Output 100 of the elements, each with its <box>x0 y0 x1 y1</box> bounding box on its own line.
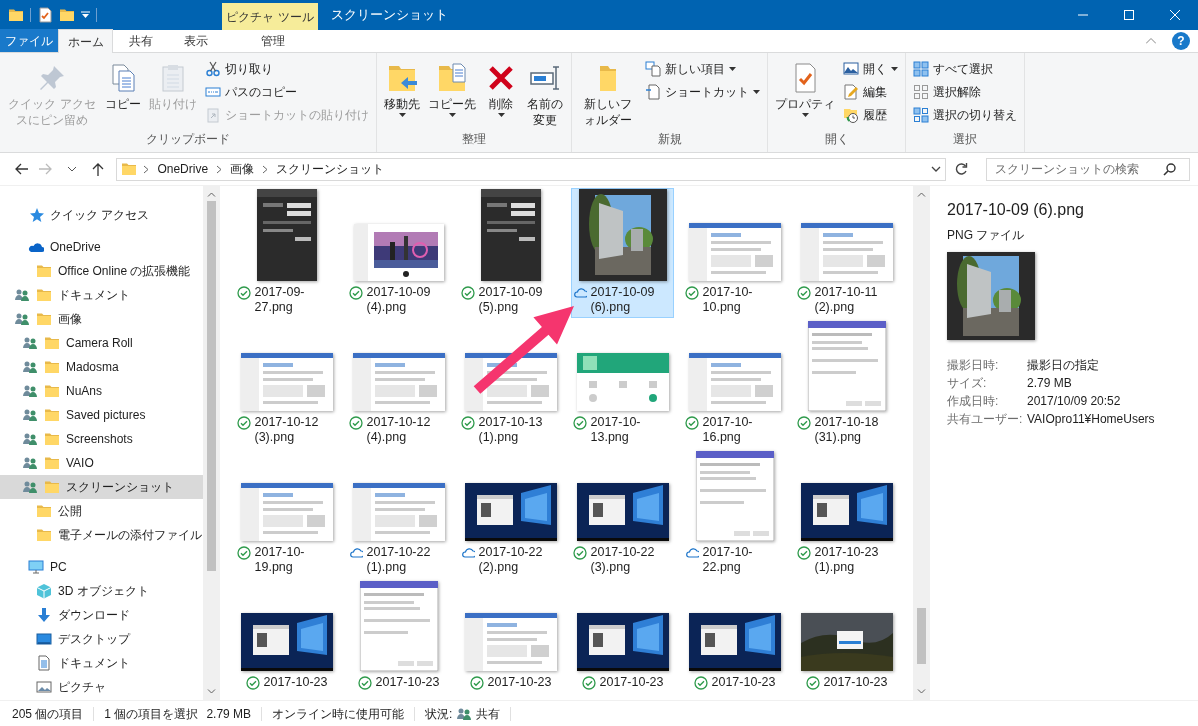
nav-item[interactable]: クイック アクセス <box>0 203 203 227</box>
file-item[interactable]: 2017-10-22 (3).png <box>571 448 674 578</box>
nav-item[interactable]: 電子メールの添付ファイル <box>0 523 203 547</box>
nav-item[interactable]: デスクトップ <box>0 627 203 651</box>
ribbon-button[interactable]: 名前の変更 <box>523 56 567 131</box>
nav-item[interactable]: ピクチャ <box>0 675 203 699</box>
nav-item[interactable]: Office Online の拡張機能 <box>0 259 203 283</box>
help-button[interactable]: ? <box>1172 32 1190 50</box>
ribbon-button[interactable]: 選択解除 <box>910 81 1020 103</box>
file-item[interactable]: 2017-10-22 (2).png <box>459 448 562 578</box>
caret-icon[interactable] <box>81 11 90 19</box>
edit-icon <box>843 84 859 100</box>
folder-icon <box>44 335 60 351</box>
ribbon-button[interactable]: 選択の切り替え <box>910 104 1020 126</box>
select-none-icon <box>913 84 929 100</box>
ribbon-button[interactable]: 移動先 <box>381 56 423 131</box>
file-item[interactable]: 2017-09-27.png <box>235 188 338 318</box>
file-name: 2017-10-23 <box>823 675 888 690</box>
file-name: 2017-10-22 (2).png <box>478 545 544 575</box>
nav-item[interactable]: OneDrive <box>0 235 203 259</box>
synced-check-icon <box>236 286 251 300</box>
scroll-thumb[interactable] <box>207 201 216 571</box>
folder-icon[interactable] <box>8 7 24 23</box>
ribbon-tab[interactable]: 管理 <box>225 29 321 52</box>
nav-item[interactable]: Saved pictures <box>0 403 203 427</box>
synced-check-icon <box>684 286 699 300</box>
ribbon-button[interactable]: パスのコピー <box>202 81 372 103</box>
ribbon-button[interactable]: コピー先 <box>425 56 479 131</box>
scrollbar[interactable] <box>913 186 930 700</box>
scroll-thumb[interactable] <box>917 608 926 664</box>
nav-item[interactable]: VAIO <box>0 451 203 475</box>
ribbon-button[interactable]: 新しい項目 <box>642 58 763 80</box>
file-item[interactable]: 2017-10-10.png <box>683 188 786 318</box>
nav-item[interactable]: Screenshots <box>0 427 203 451</box>
nav-item[interactable]: ダウンロード <box>0 603 203 627</box>
ribbon-button[interactable]: 編集 <box>840 81 901 103</box>
ribbon-button[interactable]: ショートカット <box>642 81 763 103</box>
ribbon-button[interactable]: 切り取り <box>202 58 372 80</box>
breadcrumb-link[interactable]: スクリーンショット <box>274 160 387 178</box>
up-arrow-icon[interactable] <box>90 162 105 176</box>
nav-item[interactable]: Camera Roll <box>0 331 203 355</box>
folder-icon <box>44 359 60 375</box>
download-arrow-icon <box>36 607 52 623</box>
ribbon-button[interactable]: コピー <box>102 56 144 131</box>
nav-item[interactable]: 3D オブジェクト <box>0 579 203 603</box>
scissors-icon <box>205 61 221 77</box>
nav-item[interactable]: 公開 <box>0 499 203 523</box>
breadcrumb-link[interactable]: OneDrive <box>155 160 211 178</box>
file-item[interactable]: 2017-10-23 <box>683 578 786 700</box>
file-item[interactable]: 2017-10-09 (5).png <box>459 188 562 318</box>
address-bar[interactable]: OneDrive 画像 スクリーンショット <box>116 157 946 181</box>
ribbon-tab[interactable]: 共有 <box>113 29 168 52</box>
file-item[interactable]: 2017-10-23 <box>347 578 450 700</box>
chevron-right-icon <box>143 164 150 174</box>
ribbon-button[interactable]: 開く <box>840 58 901 80</box>
file-item[interactable]: 2017-10-13.png <box>571 318 674 448</box>
path-icon <box>205 84 221 100</box>
cloud-icon <box>572 286 587 300</box>
nav-item[interactable]: NuAns <box>0 379 203 403</box>
property-label: サイズ: <box>947 375 988 392</box>
file-item[interactable]: 2017-10-23 <box>795 578 898 700</box>
group-label: クリップボード <box>145 131 231 149</box>
file-item[interactable]: 2017-10-16.png <box>683 318 786 448</box>
ribbon-button[interactable]: 削除 <box>481 56 521 131</box>
nav-item[interactable]: ドキュメント <box>0 283 203 307</box>
star-icon <box>28 207 44 223</box>
file-item[interactable]: 2017-10-09 (4).png <box>347 188 450 318</box>
search-field[interactable]: スクリーンショットの検索 <box>985 157 1190 181</box>
breadcrumb-link[interactable]: 画像 <box>228 160 257 178</box>
ribbon-tab[interactable]: ホーム <box>58 29 113 53</box>
scrollbar[interactable] <box>203 186 220 700</box>
ribbon-button[interactable]: プロパティ <box>772 56 838 130</box>
checkmark-document-icon[interactable] <box>37 7 53 23</box>
back-arrow-icon[interactable] <box>13 162 28 176</box>
file-item[interactable]: 2017-10-22.png <box>683 448 786 578</box>
nav-item[interactable]: 画像 <box>0 307 203 331</box>
file-item[interactable]: 2017-10-11 (2).png <box>795 188 898 318</box>
file-item[interactable]: 2017-10-09 (6).png <box>571 188 674 318</box>
file-item[interactable]: 2017-10-12 (3).png <box>235 318 338 448</box>
folder-icon <box>44 383 60 399</box>
file-item[interactable]: 2017-10-19.png <box>235 448 338 578</box>
nav-item[interactable]: Madosma <box>0 355 203 379</box>
file-item[interactable]: 2017-10-23 <box>235 578 338 700</box>
file-item[interactable]: 2017-10-23 (1).png <box>795 448 898 578</box>
file-item[interactable]: 2017-10-12 (4).png <box>347 318 450 448</box>
file-item[interactable]: 2017-10-18 (31).png <box>795 318 898 448</box>
ribbon-button[interactable]: 新しいフォルダー <box>576 56 640 131</box>
ribbon-button[interactable]: すべて選択 <box>910 58 1020 80</box>
file-tab[interactable]: ファイル <box>0 29 58 52</box>
ribbon-tab[interactable]: 表示 <box>168 29 223 52</box>
nav-item[interactable]: スクリーンショット <box>0 475 203 499</box>
property-label: 作成日時: <box>947 393 1000 410</box>
file-item[interactable]: 2017-10-22 (1).png <box>347 448 450 578</box>
ribbon-button[interactable]: 履歴 <box>840 104 901 126</box>
file-item[interactable]: 2017-10-23 <box>571 578 674 700</box>
file-item[interactable]: 2017-10-23 <box>459 578 562 700</box>
chevron-down-icon[interactable] <box>931 166 941 172</box>
folder-icon[interactable] <box>59 7 75 23</box>
nav-item[interactable]: ドキュメント <box>0 651 203 675</box>
nav-item[interactable]: PC <box>0 555 203 579</box>
